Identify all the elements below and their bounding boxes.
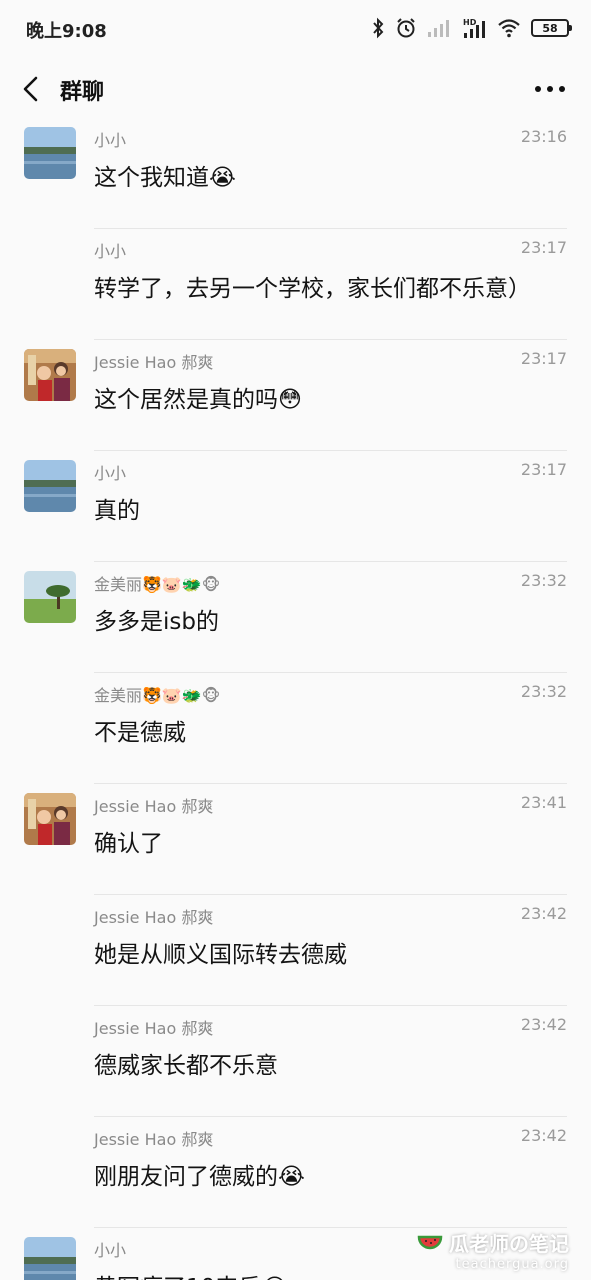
message-text[interactable]: 德威家长都不乐意 <box>94 1046 278 1080</box>
message-text[interactable]: 刚朋友问了德威的😭 <box>94 1157 305 1191</box>
message-time: 23:42 <box>520 1015 567 1034</box>
message-text[interactable]: 黄写瘦了10来斤😭 <box>94 1268 288 1280</box>
watermark-url: teachergua.org <box>455 1257 569 1272</box>
avatar[interactable] <box>24 460 76 512</box>
watermark-title: 瓜老师の笔记 <box>417 1228 569 1257</box>
back-arrow-icon[interactable] <box>14 72 48 106</box>
message-text[interactable]: 不是德威 <box>94 713 186 747</box>
message-text[interactable]: 这个居然是真的吗😳 <box>94 380 302 414</box>
message-item[interactable]: Jessie Hao 郝爽 23:42 她是从顺义国际转去德威 <box>0 895 591 1006</box>
sender-name: Jessie Hao 郝爽 <box>94 797 214 816</box>
avatar-lake-image <box>24 1237 76 1280</box>
avatar-lake-image <box>24 460 76 512</box>
sender-name: Jessie Hao 郝爽 <box>94 908 214 927</box>
sender-name: 小小 <box>94 242 127 261</box>
more-options-icon[interactable] <box>533 74 567 104</box>
watermark-main-text: 瓜老师の笔记 <box>449 1232 569 1256</box>
battery-indicator: 58 <box>531 19 572 37</box>
avatar-family-image <box>24 793 76 845</box>
message-item[interactable]: Jessie Hao 郝爽 23:41 确认了 <box>0 784 591 895</box>
page-title: 群聊 <box>60 80 105 105</box>
message-item[interactable]: 金美丽🐯🐷🐲🐵 23:32 不是德威 <box>0 673 591 784</box>
avatar-lake-image <box>24 127 76 179</box>
sender-name: 金美丽🐯🐷🐲🐵 <box>94 686 221 705</box>
avatar[interactable] <box>24 793 76 845</box>
sender-name: 小小 <box>94 464 127 483</box>
message-time: 23:32 <box>520 571 567 590</box>
message-item[interactable]: 小小 23:16 这个我知道😭 <box>0 118 591 229</box>
message-text[interactable]: 多多是isb的 <box>94 602 219 636</box>
status-time: 晚上9:08 <box>26 21 107 42</box>
message-text[interactable]: 这个我知道😭 <box>94 158 236 192</box>
nav-bar: 群聊 <box>0 56 591 120</box>
sender-name: 金美丽🐯🐷🐲🐵 <box>94 575 221 594</box>
message-time: 23:16 <box>520 127 567 146</box>
message-text[interactable]: 转学了，去另一个学校，家长们都不乐意） <box>94 269 531 303</box>
bluetooth-icon <box>373 17 384 39</box>
message-text[interactable]: 确认了 <box>94 824 163 858</box>
message-item[interactable]: 小小 23:17 真的 <box>0 451 591 562</box>
watermelon-icon <box>417 1235 443 1249</box>
avatar[interactable] <box>24 571 76 623</box>
message-time: 23:17 <box>520 238 567 257</box>
sender-name: Jessie Hao 郝爽 <box>94 353 214 372</box>
watermark: 瓜老师の笔记 teachergua.org <box>417 1228 569 1272</box>
signal-hd-icon: HD <box>463 18 485 38</box>
avatar-tree-image <box>24 571 76 623</box>
message-item[interactable]: Jessie Hao 郝爽 23:17 这个居然是真的吗😳 <box>0 340 591 451</box>
message-item[interactable]: 金美丽🐯🐷🐲🐵 23:32 多多是isb的 <box>0 562 591 673</box>
message-item[interactable]: 小小 23:17 转学了，去另一个学校，家长们都不乐意） <box>0 229 591 340</box>
status-icons: HD 58 <box>371 15 572 41</box>
status-bar: 晚上9:08 HD 58 <box>0 0 591 56</box>
message-text[interactable]: 她是从顺义国际转去德威 <box>94 935 347 969</box>
signal-sim1-icon <box>428 20 449 37</box>
chat-history-list[interactable]: 小小 23:16 这个我知道😭 小小 23:17 转学了，去另一个学校，家长们都… <box>0 112 591 1280</box>
message-item[interactable]: Jessie Hao 郝爽 23:42 德威家长都不乐意 <box>0 1006 591 1117</box>
avatar[interactable] <box>24 127 76 179</box>
sender-name: 小小 <box>94 1241 127 1260</box>
avatar[interactable] <box>24 1237 76 1280</box>
message-time: 23:41 <box>520 793 567 812</box>
message-item[interactable]: Jessie Hao 郝爽 23:42 刚朋友问了德威的😭 <box>0 1117 591 1228</box>
sender-name: 小小 <box>94 131 127 150</box>
message-time: 23:42 <box>520 904 567 923</box>
wifi-icon <box>498 19 520 38</box>
message-text[interactable]: 真的 <box>94 491 140 525</box>
message-time: 23:42 <box>520 1126 567 1145</box>
svg-text:HD: HD <box>463 18 477 27</box>
message-time: 23:17 <box>520 460 567 479</box>
avatar-family-image <box>24 349 76 401</box>
avatar[interactable] <box>24 349 76 401</box>
message-time: 23:32 <box>520 682 567 701</box>
message-time: 23:17 <box>520 349 567 368</box>
alarm-icon <box>397 18 415 38</box>
sender-name: Jessie Hao 郝爽 <box>94 1130 214 1149</box>
sender-name: Jessie Hao 郝爽 <box>94 1019 214 1038</box>
